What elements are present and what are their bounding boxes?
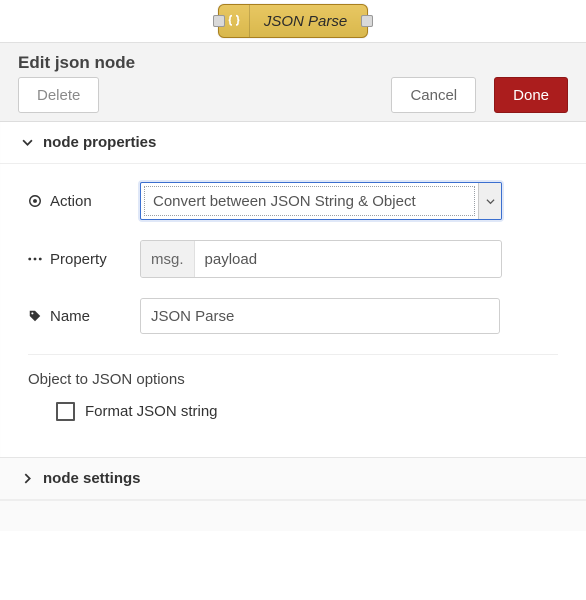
section-body-properties: Action Convert between JSON String & Obj…	[0, 164, 586, 457]
panel-tail	[0, 500, 586, 531]
section-toggle-settings[interactable]: node settings	[0, 457, 586, 500]
section-title-settings: node settings	[43, 470, 141, 487]
name-input[interactable]	[140, 298, 500, 334]
format-json-label: Format JSON string	[85, 403, 218, 420]
node-chip-label: JSON Parse	[250, 13, 367, 30]
panel-header: Edit json node Delete Cancel Done	[0, 43, 586, 122]
node-input-port[interactable]	[213, 15, 225, 27]
section-toggle-properties[interactable]: node properties	[0, 122, 586, 164]
format-json-checkbox[interactable]	[56, 402, 75, 421]
property-label: Property	[28, 251, 140, 268]
node-chip[interactable]: JSON Parse	[218, 4, 368, 38]
chevron-down-icon	[486, 197, 495, 206]
section-title-properties: node properties	[43, 134, 156, 151]
divider	[28, 354, 558, 355]
action-select-caret[interactable]	[478, 183, 501, 219]
property-value-input[interactable]	[195, 241, 501, 277]
cancel-button[interactable]: Cancel	[391, 77, 476, 113]
tag-icon	[28, 309, 42, 323]
property-input[interactable]: msg.	[140, 240, 502, 278]
panel-title: Edit json node	[18, 53, 568, 73]
action-label: Action	[28, 193, 140, 210]
action-select-value: Convert between JSON String & Object	[144, 186, 475, 216]
property-type-prefix[interactable]: msg.	[141, 241, 195, 277]
done-button[interactable]: Done	[494, 77, 568, 113]
node-output-port[interactable]	[361, 15, 373, 27]
chevron-down-icon	[22, 137, 33, 148]
options-heading: Object to JSON options	[28, 371, 558, 388]
chevron-right-icon	[22, 473, 33, 484]
ellipsis-icon	[28, 252, 42, 266]
action-select[interactable]: Convert between JSON String & Object	[140, 182, 502, 220]
target-icon	[28, 194, 42, 208]
name-label: Name	[28, 308, 140, 325]
delete-button[interactable]: Delete	[18, 77, 99, 113]
